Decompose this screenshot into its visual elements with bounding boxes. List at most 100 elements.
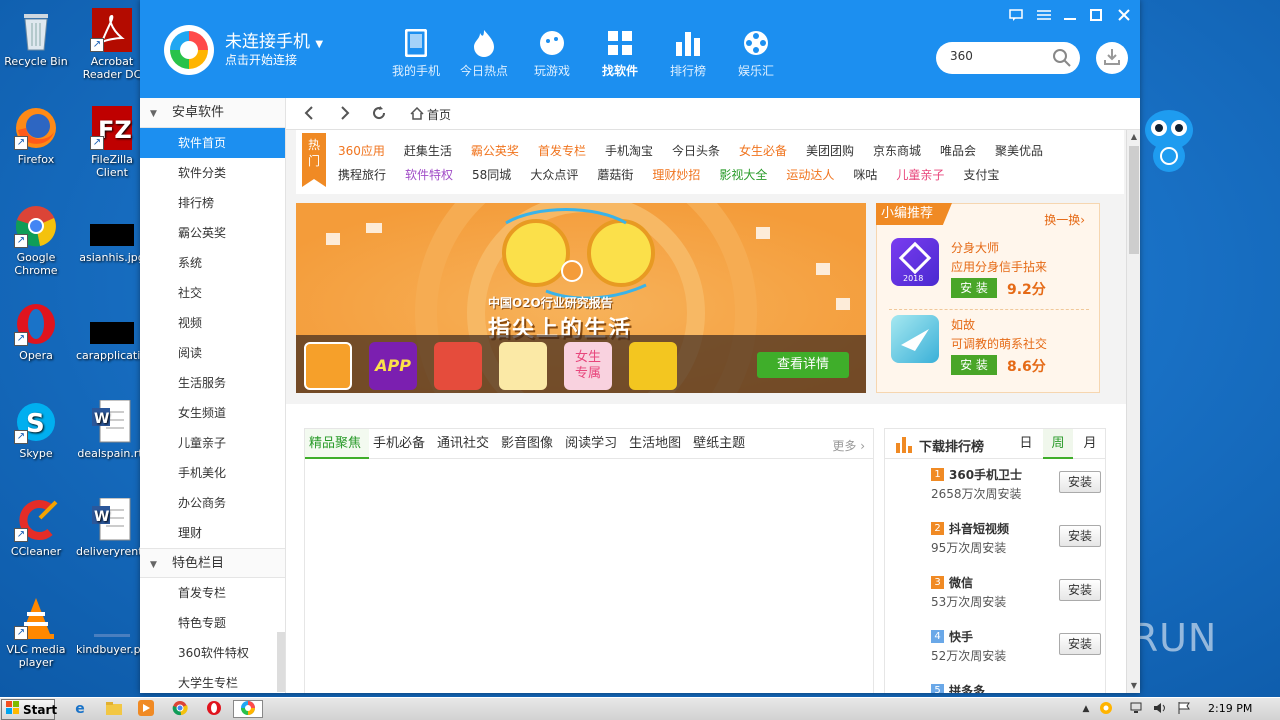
desktop-icon-skype[interactable]: S ↗ Skype (0, 400, 72, 460)
desktop-icon-dealspain[interactable]: W dealspain.rtf (76, 399, 148, 460)
sidebar-item-girls[interactable]: 女生频道 (140, 398, 285, 428)
nav-find-software[interactable]: 找软件 (588, 28, 652, 79)
maximize-button[interactable] (1086, 7, 1106, 25)
floating-mascot-icon[interactable] (1143, 104, 1195, 178)
sidebar-item-360-privilege[interactable]: 360软件特权 (140, 638, 285, 668)
hot-tag[interactable]: 唯品会 (940, 142, 976, 159)
tab-life-map[interactable]: 生活地图 (625, 429, 689, 459)
desktop-icon-chrome[interactable]: ↗ Google Chrome (0, 204, 72, 277)
desktop-icon-opera[interactable]: ↗ Opera (0, 302, 72, 362)
breadcrumb-home[interactable]: 首页 (410, 106, 451, 123)
hot-tag[interactable]: 美团团购 (806, 142, 854, 159)
sidebar-item-beautify[interactable]: 手机美化 (140, 458, 285, 488)
pick-item-1[interactable]: 2018 分身大师 应用分身信手拈来 安 装 9.2分 (889, 238, 1089, 308)
hot-tag[interactable]: 霸公英奖 (471, 142, 519, 159)
taskbar-explorer[interactable] (104, 700, 124, 718)
install-button[interactable]: 安装 (1059, 525, 1101, 547)
sidebar-item-first-release[interactable]: 首发专栏 (140, 578, 285, 608)
hot-tag[interactable]: 赶集生活 (404, 142, 452, 159)
taskbar-chrome[interactable] (170, 700, 190, 718)
more-link[interactable]: 更多 › (832, 437, 865, 454)
hot-tag[interactable]: 软件特权 (405, 166, 453, 183)
install-button[interactable]: 安装 (1059, 633, 1101, 655)
hot-tag[interactable]: 咪咕 (853, 166, 877, 183)
install-button[interactable]: 安 装 (951, 278, 997, 298)
search-box[interactable] (936, 42, 1080, 74)
tray-show-hidden[interactable]: ▲ (1076, 700, 1096, 718)
sidebar-item-office[interactable]: 办公商务 (140, 488, 285, 518)
promo-banner[interactable]: 中国O2O行业研究报告 指尖上的生活 APP 女生专属 查看详情 (296, 203, 866, 393)
hot-tag[interactable]: 58同城 (472, 166, 511, 183)
hot-tag[interactable]: 运动达人 (786, 166, 834, 183)
sidebar-item-kids[interactable]: 儿童亲子 (140, 428, 285, 458)
minimize-button[interactable] (1060, 7, 1080, 25)
download-manager-button[interactable] (1096, 42, 1128, 74)
rank-item-3[interactable]: 3 微信 53万次周安装 安装 (931, 573, 1101, 627)
sidebar-item-reading[interactable]: 阅读 (140, 338, 285, 368)
nav-today-hot[interactable]: 今日热点 (452, 28, 516, 79)
hot-tag[interactable]: 大众点评 (530, 166, 578, 183)
nav-my-phone[interactable]: 我的手机 (384, 28, 448, 79)
sidebar-scrollbar[interactable] (277, 632, 285, 692)
desktop-icon-ccleaner[interactable]: ↗ CCleaner (0, 498, 72, 558)
taskbar-clock[interactable]: 2:19 PM (1208, 702, 1252, 715)
phone-connect-status[interactable]: 未连接手机 ▼ (225, 27, 323, 52)
period-month[interactable]: 月 (1075, 429, 1105, 459)
hot-tag[interactable]: 手机淘宝 (605, 142, 653, 159)
banner-app-thumb-1[interactable] (304, 342, 352, 390)
sidebar-section-android[interactable]: ▼ 安卓软件 (140, 98, 285, 128)
hot-tag[interactable]: 携程旅行 (338, 166, 386, 183)
hot-tag[interactable]: 理财妙招 (652, 166, 700, 183)
desktop-icon-acrobat[interactable]: ↗ Acrobat Reader DC (76, 8, 148, 81)
hot-tag[interactable]: 影视大全 (719, 166, 767, 183)
search-input[interactable] (950, 49, 1050, 63)
desktop-icon-firefox[interactable]: ↗ Firefox (0, 106, 72, 166)
desktop-icon-deliveryrent[interactable]: W deliveryrent... (76, 497, 153, 558)
feedback-button[interactable] (1006, 7, 1026, 25)
tab-media[interactable]: 影音图像 (497, 429, 561, 459)
rank-item-1[interactable]: 1 360手机卫士 2658万次周安装 安装 (931, 465, 1101, 519)
forward-button[interactable] (336, 105, 354, 123)
close-button[interactable] (1114, 7, 1134, 25)
hot-tag[interactable]: 首发专栏 (538, 142, 586, 159)
install-button[interactable]: 安装 (1059, 471, 1101, 493)
sidebar-item-social[interactable]: 社交 (140, 278, 285, 308)
back-button[interactable] (300, 105, 318, 123)
start-button[interactable]: Start (1, 699, 57, 720)
tab-featured[interactable]: 精品聚焦 (305, 429, 370, 459)
hot-tag[interactable]: 蘑菇街 (597, 166, 633, 183)
desktop-icon-recycle-bin[interactable]: Recycle Bin (0, 8, 72, 68)
scroll-up-arrow-icon[interactable]: ▲ (1127, 130, 1140, 144)
pick-item-2[interactable]: 如故 可调教的萌系社交 安 装 8.6分 (889, 315, 1089, 385)
tray-volume[interactable] (1150, 700, 1170, 718)
sidebar-item-video[interactable]: 视频 (140, 308, 285, 338)
nav-entertainment[interactable]: 娱乐汇 (724, 28, 788, 79)
tray-action-center[interactable] (1174, 700, 1194, 718)
banner-app-thumb-6[interactable] (629, 342, 677, 390)
refresh-button[interactable] (370, 105, 388, 123)
desktop-icon-vlc[interactable]: ↗ VLC media player (0, 596, 72, 669)
banner-app-thumb-3[interactable] (434, 342, 482, 390)
rank-item-2[interactable]: 2 抖音短视频 95万次周安装 安装 (931, 519, 1101, 573)
taskbar-360-assistant[interactable] (233, 700, 263, 718)
taskbar-opera[interactable] (204, 700, 224, 718)
tab-essentials[interactable]: 手机必备 (369, 429, 433, 459)
tray-network[interactable] (1126, 700, 1146, 718)
sidebar-section-featured[interactable]: ▼ 特色栏目 (140, 548, 285, 578)
swap-button[interactable]: 换一换› (1044, 211, 1085, 228)
banner-app-thumb-4[interactable] (499, 342, 547, 390)
tab-communication[interactable]: 通讯社交 (433, 429, 497, 459)
sidebar-item-special-topics[interactable]: 特色专题 (140, 608, 285, 638)
sidebar-item-categories[interactable]: 软件分类 (140, 158, 285, 188)
desktop-icon-kindbuyer[interactable]: kindbuyer.png (76, 596, 155, 656)
view-details-button[interactable]: 查看详情 (757, 352, 849, 378)
nav-play-games[interactable]: 玩游戏 (520, 28, 584, 79)
banner-app-thumb-2[interactable]: APP (369, 342, 417, 390)
hot-tag[interactable]: 女生必备 (739, 142, 787, 159)
sidebar-item-software-home[interactable]: 软件首页 (140, 128, 285, 158)
nav-ranking[interactable]: 排行榜 (656, 28, 720, 79)
hot-tag[interactable]: 京东商城 (873, 142, 921, 159)
hot-tag[interactable]: 360应用 (338, 142, 385, 159)
rank-item-5[interactable]: 5 拼多多 (931, 681, 1101, 693)
scroll-down-arrow-icon[interactable]: ▼ (1127, 679, 1140, 693)
